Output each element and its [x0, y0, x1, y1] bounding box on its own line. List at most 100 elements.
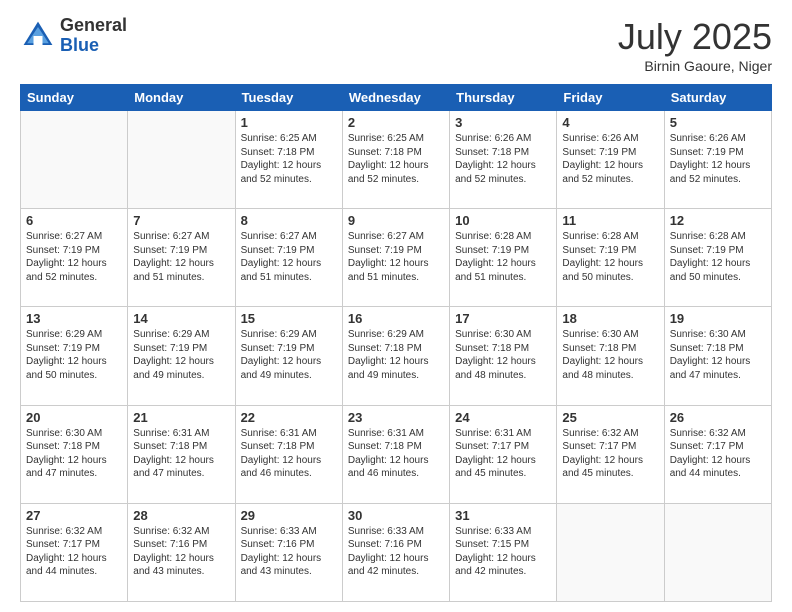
day-cell: 20Sunrise: 6:30 AM Sunset: 7:18 PM Dayli… [21, 405, 128, 503]
day-number: 1 [241, 115, 337, 130]
location: Birnin Gaoure, Niger [618, 58, 772, 74]
day-number: 29 [241, 508, 337, 523]
day-cell: 19 Sunrise: 6:30 AM Sunset: 7:18 PM Dayli… [664, 307, 771, 405]
day-cell: 26 Sunrise: 6:32 AM Sunset: 7:17 PM Dayli… [664, 405, 771, 503]
day-info: Sunrise: 6:29 AM Sunset: 7:18 PM Dayligh… [348, 328, 444, 382]
day-number: 21 [133, 410, 229, 425]
day-cell: 5 Sunrise: 6:26 AM Sunset: 7:19 PM Daylig… [664, 111, 771, 209]
day-cell: 9Sunrise: 6:27 AM Sunset: 7:19 PM Daylig… [342, 209, 449, 307]
day-info: Sunrise: 6:28 AM Sunset: 7:19 PM Dayligh… [455, 230, 551, 284]
day-info: Sunrise: 6:25 AM Sunset: 7:18 PM Dayligh… [348, 132, 444, 186]
day-cell: 12Sunrise: 6:28 AM Sunset: 7:19 PM Dayli… [664, 209, 771, 307]
weekday-row: SundayMondayTuesdayWednesdayThursdayFrid… [21, 85, 772, 111]
day-cell: 8Sunrise: 6:27 AM Sunset: 7:19 PM Daylig… [235, 209, 342, 307]
day-number: 12 [670, 213, 766, 228]
day-info: Sunrise: 6:26 AM Sunset: 7:19 PM Dayligh… [562, 132, 658, 186]
day-info: Sunrise: 6:27 AM Sunset: 7:19 PM Dayligh… [26, 230, 122, 284]
week-row-1: 1 Sunrise: 6:25 AM Sunset: 7:18 PM Daylig… [21, 111, 772, 209]
day-number: 3 [455, 115, 551, 130]
day-cell: 2 Sunrise: 6:25 AM Sunset: 7:18 PM Daylig… [342, 111, 449, 209]
day-number: 5 [670, 115, 766, 130]
day-cell [664, 503, 771, 601]
day-info: Sunrise: 6:27 AM Sunset: 7:19 PM Dayligh… [133, 230, 229, 284]
logo-blue-text: Blue [60, 36, 127, 56]
logo-icon [20, 18, 56, 54]
day-cell: 11 Sunrise: 6:28 AM Sunset: 7:19 PM Dayli… [557, 209, 664, 307]
day-info: Sunrise: 6:32 AM Sunset: 7:16 PM Dayligh… [133, 525, 229, 579]
day-cell: 3 Sunrise: 6:26 AM Sunset: 7:18 PM Daylig… [450, 111, 557, 209]
day-cell [21, 111, 128, 209]
day-info: Sunrise: 6:33 AM Sunset: 7:16 PM Dayligh… [348, 525, 444, 579]
day-number: 4 [562, 115, 658, 130]
day-cell: 4 Sunrise: 6:26 AM Sunset: 7:19 PM Daylig… [557, 111, 664, 209]
day-info: Sunrise: 6:27 AM Sunset: 7:19 PM Dayligh… [241, 230, 337, 284]
day-number: 7 [133, 213, 229, 228]
day-number: 17 [455, 311, 551, 326]
day-info: Sunrise: 6:31 AM Sunset: 7:18 PM Dayligh… [241, 427, 337, 481]
day-cell: 29 Sunrise: 6:33 AM Sunset: 7:16 PM Dayli… [235, 503, 342, 601]
day-cell: 31 Sunrise: 6:33 AM Sunset: 7:15 PM Dayli… [450, 503, 557, 601]
day-number: 23 [348, 410, 444, 425]
day-number: 31 [455, 508, 551, 523]
day-info: Sunrise: 6:29 AM Sunset: 7:19 PM Dayligh… [241, 328, 337, 382]
calendar-body: 1 Sunrise: 6:25 AM Sunset: 7:18 PM Daylig… [21, 111, 772, 602]
day-cell: 24Sunrise: 6:31 AM Sunset: 7:17 PM Dayli… [450, 405, 557, 503]
day-cell: 21 Sunrise: 6:31 AM Sunset: 7:18 PM Dayli… [128, 405, 235, 503]
day-number: 18 [562, 311, 658, 326]
day-number: 26 [670, 410, 766, 425]
day-cell: 18 Sunrise: 6:30 AM Sunset: 7:18 PM Dayli… [557, 307, 664, 405]
day-number: 28 [133, 508, 229, 523]
day-info: Sunrise: 6:30 AM Sunset: 7:18 PM Dayligh… [562, 328, 658, 382]
day-number: 10 [455, 213, 551, 228]
day-number: 14 [133, 311, 229, 326]
day-info: Sunrise: 6:30 AM Sunset: 7:18 PM Dayligh… [670, 328, 766, 382]
day-info: Sunrise: 6:32 AM Sunset: 7:17 PM Dayligh… [562, 427, 658, 481]
weekday-header-thursday: Thursday [450, 85, 557, 111]
day-info: Sunrise: 6:32 AM Sunset: 7:17 PM Dayligh… [670, 427, 766, 481]
day-info: Sunrise: 6:29 AM Sunset: 7:19 PM Dayligh… [133, 328, 229, 382]
day-number: 2 [348, 115, 444, 130]
header: General Blue July 2025 Birnin Gaoure, Ni… [20, 16, 772, 74]
day-number: 13 [26, 311, 122, 326]
day-info: Sunrise: 6:30 AM Sunset: 7:18 PM Dayligh… [26, 427, 122, 481]
weekday-header-wednesday: Wednesday [342, 85, 449, 111]
day-info: Sunrise: 6:27 AM Sunset: 7:19 PM Dayligh… [348, 230, 444, 284]
week-row-2: 6 Sunrise: 6:27 AM Sunset: 7:19 PM Daylig… [21, 209, 772, 307]
day-info: Sunrise: 6:26 AM Sunset: 7:19 PM Dayligh… [670, 132, 766, 186]
day-number: 15 [241, 311, 337, 326]
day-info: Sunrise: 6:31 AM Sunset: 7:17 PM Dayligh… [455, 427, 551, 481]
day-number: 27 [26, 508, 122, 523]
weekday-header-tuesday: Tuesday [235, 85, 342, 111]
calendar-header: SundayMondayTuesdayWednesdayThursdayFrid… [21, 85, 772, 111]
day-cell: 6 Sunrise: 6:27 AM Sunset: 7:19 PM Daylig… [21, 209, 128, 307]
day-info: Sunrise: 6:31 AM Sunset: 7:18 PM Dayligh… [348, 427, 444, 481]
day-cell: 25Sunrise: 6:32 AM Sunset: 7:17 PM Dayli… [557, 405, 664, 503]
month-title: July 2025 [618, 16, 772, 58]
day-cell: 28 Sunrise: 6:32 AM Sunset: 7:16 PM Dayli… [128, 503, 235, 601]
day-cell: 15 Sunrise: 6:29 AM Sunset: 7:19 PM Dayli… [235, 307, 342, 405]
day-cell: 1Sunrise: 6:25 AM Sunset: 7:18 PM Daylig… [235, 111, 342, 209]
day-info: Sunrise: 6:32 AM Sunset: 7:17 PM Dayligh… [26, 525, 122, 579]
day-info: Sunrise: 6:30 AM Sunset: 7:18 PM Dayligh… [455, 328, 551, 382]
day-info: Sunrise: 6:28 AM Sunset: 7:19 PM Dayligh… [562, 230, 658, 284]
logo: General Blue [20, 16, 127, 56]
weekday-header-saturday: Saturday [664, 85, 771, 111]
calendar-table: SundayMondayTuesdayWednesdayThursdayFrid… [20, 84, 772, 602]
day-info: Sunrise: 6:26 AM Sunset: 7:18 PM Dayligh… [455, 132, 551, 186]
day-cell: 17 Sunrise: 6:30 AM Sunset: 7:18 PM Dayli… [450, 307, 557, 405]
day-cell: 7 Sunrise: 6:27 AM Sunset: 7:19 PM Daylig… [128, 209, 235, 307]
logo-general-text: General [60, 16, 127, 36]
day-info: Sunrise: 6:33 AM Sunset: 7:15 PM Dayligh… [455, 525, 551, 579]
day-info: Sunrise: 6:31 AM Sunset: 7:18 PM Dayligh… [133, 427, 229, 481]
week-row-4: 20Sunrise: 6:30 AM Sunset: 7:18 PM Dayli… [21, 405, 772, 503]
day-info: Sunrise: 6:33 AM Sunset: 7:16 PM Dayligh… [241, 525, 337, 579]
day-cell: 30 Sunrise: 6:33 AM Sunset: 7:16 PM Dayli… [342, 503, 449, 601]
day-cell: 14 Sunrise: 6:29 AM Sunset: 7:19 PM Dayli… [128, 307, 235, 405]
day-number: 22 [241, 410, 337, 425]
day-number: 19 [670, 311, 766, 326]
day-cell: 10 Sunrise: 6:28 AM Sunset: 7:19 PM Dayli… [450, 209, 557, 307]
day-number: 6 [26, 213, 122, 228]
day-cell: 16Sunrise: 6:29 AM Sunset: 7:18 PM Dayli… [342, 307, 449, 405]
day-number: 30 [348, 508, 444, 523]
day-number: 11 [562, 213, 658, 228]
